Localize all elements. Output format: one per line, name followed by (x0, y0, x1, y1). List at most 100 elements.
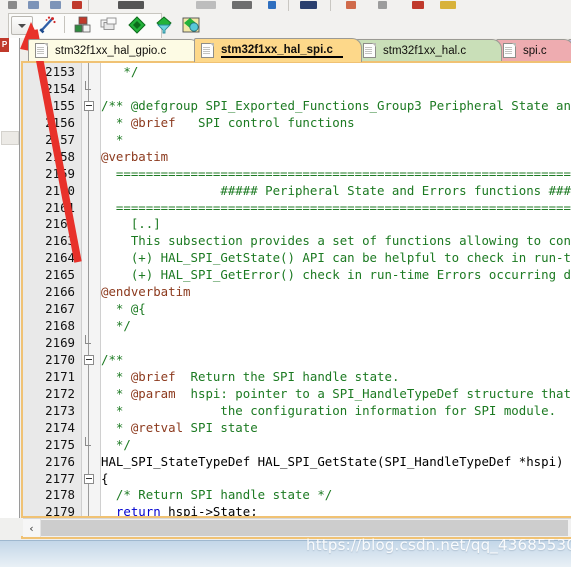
code-token: * (101, 131, 124, 147)
status-band (0, 540, 571, 567)
code-token: This subsection provides a set of functi… (101, 233, 571, 249)
code-line[interactable]: 2154 (23, 80, 571, 98)
build-blocks-button[interactable] (74, 16, 92, 34)
code-line-text: (+) HAL_SPI_GetState() API can be helpfu… (101, 250, 571, 267)
editor-tab[interactable]: stm32f1xx_hal_gpio.c (28, 39, 200, 61)
horizontal-scrollbar[interactable]: ‹ (23, 518, 571, 537)
print-preview-icon[interactable] (232, 1, 252, 9)
diamond-globe-button[interactable] (182, 16, 200, 34)
code-line-text: * @retval SPI state (101, 420, 258, 437)
cut-icon[interactable] (8, 1, 17, 9)
stop-icon[interactable] (346, 1, 356, 9)
code-line[interactable]: 2165 (+) HAL_SPI_GetError() check in run… (23, 267, 571, 284)
code-editor: 2153 */2154 2155/** @defgroup SPI_Exporte… (21, 61, 571, 518)
undo-icon[interactable] (118, 1, 144, 9)
left-dock-tab[interactable]: P (0, 38, 9, 52)
build-target-dropdown[interactable] (11, 16, 33, 35)
code-token: * the configuration information for SPI … (101, 402, 557, 418)
code-line-text: ========================================… (101, 166, 571, 183)
fold-end-marker-icon (85, 80, 91, 90)
code-line[interactable]: 2176 HAL_SPI_StateTypeDef HAL_SPI_GetStat… (23, 454, 571, 471)
line-number: 2157 (45, 131, 75, 147)
code-line[interactable]: 2178 /* Return SPI handle state */ (23, 487, 571, 504)
line-number: 2168 (45, 318, 75, 334)
editor-tab-label: spi.c (523, 44, 547, 57)
code-lines[interactable]: 2153 */2154 2155/** @defgroup SPI_Exporte… (23, 64, 571, 516)
code-token: @verbatim (101, 148, 169, 164)
code-line[interactable]: 2156 * @brief SPI control functions (23, 115, 571, 132)
code-token: @brief (130, 368, 176, 384)
code-line[interactable]: 2174 * @retval SPI state (23, 420, 571, 437)
diamond-green-button[interactable] (128, 16, 146, 34)
code-line[interactable]: 2158 @verbatim (23, 149, 571, 166)
editor-tab[interactable]: stm32f1xx_hal.c (356, 39, 502, 61)
line-number: 2169 (45, 335, 75, 350)
editor-tab[interactable]: spi.c (496, 39, 571, 61)
warning-icon[interactable] (440, 1, 456, 9)
build-toolbar (0, 12, 571, 39)
code-line[interactable]: 2175 */ (23, 436, 571, 454)
code-line-text: (+) HAL_SPI_GetError() check in run-time… (101, 267, 571, 284)
fold-collapse-icon[interactable] (84, 354, 94, 365)
scroll-left-arrow-icon[interactable]: ‹ (23, 519, 41, 537)
code-line-text: /** @defgroup SPI_Exported_Functions_Gro… (101, 98, 571, 115)
copy-icon[interactable] (28, 1, 39, 9)
code-line[interactable]: 2177 { (23, 471, 571, 488)
code-line[interactable]: 2163 This subsection provides a set of f… (23, 233, 571, 250)
line-number: 2172 (45, 385, 75, 401)
code-token: /* Return SPI handle state */ (101, 487, 333, 503)
code-line[interactable]: 2169 (23, 335, 571, 352)
code-line[interactable]: 2153 */ (23, 64, 571, 81)
code-line[interactable]: 2159 ===================================… (23, 166, 571, 183)
code-line-text: * @param hspi: pointer to a SPI_HandleTy… (101, 386, 571, 403)
code-token: hspi->State; (160, 504, 258, 516)
code-token: return (115, 504, 161, 516)
line-number: 2166 (45, 284, 75, 300)
scrollbar-thumb[interactable] (41, 520, 568, 536)
line-number: 2179 (45, 504, 75, 516)
code-line-text: * (101, 132, 123, 149)
diamond-funnel-icon (156, 16, 172, 34)
code-line[interactable]: 2161 ===================================… (23, 200, 571, 217)
close-icon[interactable] (412, 1, 424, 9)
help-icon[interactable] (378, 1, 387, 9)
ide-window: P stm32f1xx_hal_gpio.c stm32f1xx_hal_spi.… (0, 0, 571, 567)
add-icon[interactable] (268, 1, 276, 9)
diamond-funnel-button[interactable] (155, 16, 173, 34)
editor-tab[interactable]: stm32f1xx_hal_spi.c (194, 38, 362, 62)
diamond-globe-icon (182, 17, 200, 33)
code-line-text: [..] (101, 216, 161, 233)
code-line[interactable]: 2155 /** @defgroup SPI_Exported_Functions… (23, 98, 571, 115)
code-line[interactable]: 2168 */ (23, 318, 571, 335)
line-number: 2178 (45, 487, 75, 503)
paste-icon[interactable] (50, 1, 61, 9)
line-number: 2173 (45, 402, 75, 418)
magic-wand-button[interactable] (38, 16, 56, 34)
left-dock-collapse-button[interactable] (1, 131, 19, 145)
fold-collapse-icon[interactable] (84, 473, 94, 484)
code-line[interactable]: 2170 /** (23, 352, 571, 369)
line-number: 2171 (45, 368, 75, 384)
code-line[interactable]: 2179 return hspi->State; (23, 504, 571, 516)
fold-collapse-icon[interactable] (84, 100, 94, 111)
code-token: @brief (130, 114, 176, 130)
build-blocks-icon (74, 16, 91, 33)
code-line[interactable]: 2164 (+) HAL_SPI_GetState() API can be h… (23, 250, 571, 267)
delete-icon[interactable] (72, 1, 82, 9)
code-line[interactable]: 2160 ##### Peripheral State and Errors f… (23, 183, 571, 200)
fold-end-marker-icon (85, 436, 91, 446)
code-line[interactable]: 2167 * @{ (23, 301, 571, 318)
code-line-text: * the configuration information for SPI … (101, 403, 556, 420)
copy-layers-button[interactable] (100, 16, 118, 34)
code-token: */ (101, 64, 139, 79)
code-line[interactable]: 2172 * @param hspi: pointer to a SPI_Han… (23, 386, 571, 403)
debug-icon[interactable] (300, 1, 317, 9)
window-icon[interactable] (196, 1, 216, 9)
code-line[interactable]: 2173 * the configuration information for… (23, 403, 571, 420)
file-icon (201, 43, 214, 58)
green-diamond-icon (128, 16, 146, 34)
code-line[interactable]: 2162 [..] (23, 216, 571, 233)
code-line[interactable]: 2157 * (23, 132, 571, 149)
code-line[interactable]: 2166 @endverbatim (23, 284, 571, 301)
code-line[interactable]: 2171 * @brief Return the SPI handle stat… (23, 369, 571, 386)
